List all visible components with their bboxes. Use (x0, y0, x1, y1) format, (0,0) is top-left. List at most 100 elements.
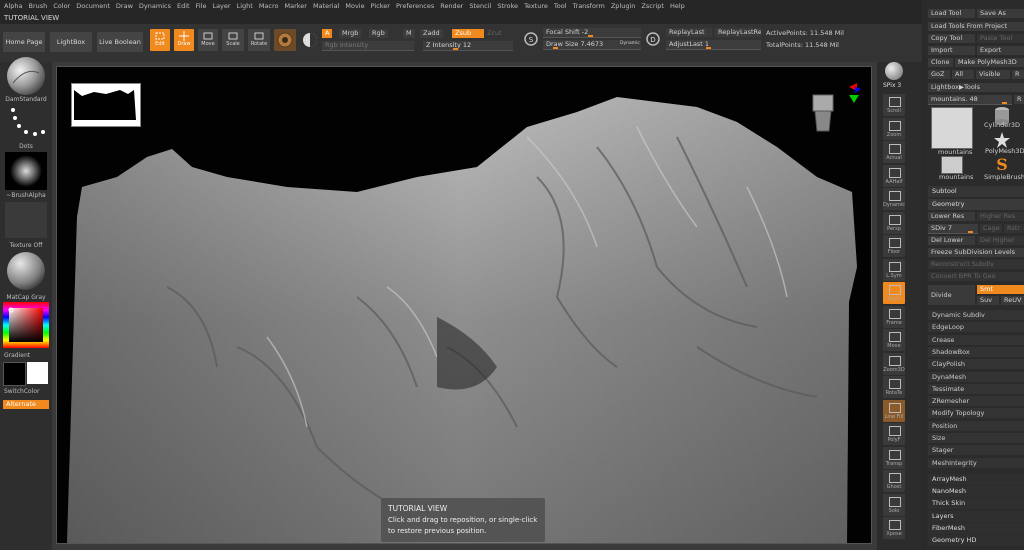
replay-last-button[interactable]: ReplayLast (666, 28, 712, 37)
rstr-button[interactable]: Rstr (1004, 224, 1024, 233)
section-size[interactable]: Size (928, 432, 1024, 443)
suv-toggle[interactable]: Suv (977, 296, 999, 305)
menu-item[interactable]: Color (50, 0, 73, 12)
del-lower-button[interactable]: Del Lower (928, 236, 975, 245)
bpr-sphere-icon[interactable] (885, 62, 903, 80)
canvas-viewport[interactable] (56, 66, 872, 544)
menu-item[interactable]: Marker (281, 0, 309, 12)
save-as-button[interactable]: Save As (977, 9, 1024, 18)
tool-thumb-mountains-3[interactable] (941, 156, 963, 174)
section-modify-topology[interactable]: Modify Topology (928, 407, 1024, 419)
menu-item[interactable]: Render (437, 0, 466, 12)
material-swatch-button[interactable] (274, 29, 296, 51)
goz-button[interactable]: GoZ (928, 70, 950, 79)
subsection-thick-skin[interactable]: Thick Skin (928, 498, 1024, 510)
menu-item[interactable]: File (193, 0, 210, 12)
axis-gizmo-icon[interactable] (805, 81, 861, 141)
section-tessimate[interactable]: Tessimate (928, 382, 1024, 394)
reuv-toggle[interactable]: ReUV (1001, 296, 1024, 305)
menu-item[interactable]: Transform (570, 0, 608, 12)
zsub-toggle[interactable]: Zsub (452, 29, 484, 38)
live-boolean-button[interactable]: Live Boolean (97, 32, 143, 52)
menu-item[interactable]: Light (234, 0, 256, 12)
alternate-button[interactable]: Alternate (3, 400, 49, 409)
section-edgeloop[interactable]: EdgeLoop (928, 321, 1024, 333)
reconstruct-subdiv-button[interactable]: Reconstruct Subdiv (928, 260, 1024, 269)
menu-item[interactable]: Brush (25, 0, 50, 12)
convert-bpr-button[interactable]: Convert BPR To Geo (928, 272, 1024, 281)
scale-mode-button[interactable]: Scale (222, 29, 244, 51)
dynamic-label[interactable]: Dynamic (620, 41, 640, 46)
paste-tool-button[interactable]: Paste Tool (977, 34, 1024, 43)
draw-mode-button[interactable]: Draw (174, 29, 194, 51)
subsection-nanomesh[interactable]: NanoMesh (928, 486, 1024, 498)
brush-thumbnail[interactable] (5, 55, 47, 99)
tool-slider[interactable]: mountains. 48 (928, 95, 1012, 105)
menu-item[interactable]: Zscript (638, 0, 667, 12)
menu-item[interactable]: Stencil (466, 0, 494, 12)
menu-item[interactable]: Draw (113, 0, 136, 12)
goz-visible-button[interactable]: Visible (976, 70, 1010, 79)
texture-thumbnail[interactable] (5, 202, 47, 238)
switch-color-label[interactable]: SwitchColor (4, 388, 56, 395)
menu-item[interactable]: Picker (368, 0, 393, 12)
alpha-thumbnail[interactable] (5, 152, 47, 190)
section-dynamic-subdiv[interactable]: Dynamic Subdiv (928, 309, 1024, 320)
smt-toggle[interactable]: Smt (977, 285, 1024, 294)
menu-item[interactable]: Texture (521, 0, 551, 12)
menu-item[interactable]: Macro (256, 0, 282, 12)
sdiv-slider[interactable]: SDiv 7 (928, 224, 978, 234)
section-crease[interactable]: Crease (928, 333, 1024, 345)
import-button[interactable]: Import (928, 46, 975, 55)
menu-item[interactable]: Alpha (0, 0, 25, 12)
higher-res-button[interactable]: Higher Res (977, 212, 1024, 221)
adjust-last-slider[interactable]: AdjustLast 1 (666, 40, 761, 50)
zcut-toggle[interactable]: Zcut (484, 29, 505, 38)
freeze-subdivision-button[interactable]: Freeze SubDivision Levels (928, 248, 1024, 257)
geometry-header[interactable]: Geometry (928, 199, 1024, 210)
section-zremesher[interactable]: ZRemesher (928, 395, 1024, 407)
lightbox-button[interactable]: LightBox (50, 32, 92, 52)
home-page-button[interactable]: Home Page (3, 32, 45, 52)
menu-item[interactable]: Zplugin (608, 0, 639, 12)
section-dynamesh[interactable]: DynaMesh (928, 370, 1024, 382)
a-toggle[interactable]: A (322, 29, 333, 38)
stroke-thumbnail[interactable] (5, 104, 47, 142)
menu-item[interactable]: Help (667, 0, 688, 12)
focal-shift-slider[interactable]: Focal Shift -2 (543, 28, 641, 38)
focal-shift-icon[interactable]: S (523, 31, 539, 47)
del-higher-button[interactable]: Del Higher (977, 236, 1024, 245)
m-toggle[interactable]: M (403, 29, 415, 38)
menu-item[interactable]: Document (73, 0, 113, 12)
export-button[interactable]: Export (977, 46, 1024, 55)
section-stager[interactable]: Stager (928, 444, 1024, 456)
menu-item[interactable]: Edit (174, 0, 193, 12)
z-intensity-slider[interactable]: Z Intensity 12 (423, 41, 513, 51)
rgb-intensity-slider[interactable]: Rgb Intensity (322, 41, 414, 51)
make-polymesh-button[interactable]: Make PolyMesh3D (955, 58, 1024, 67)
section-position[interactable]: Position (928, 419, 1024, 431)
menu-item[interactable]: Layer (209, 0, 233, 12)
lightbox-tools-button[interactable]: Lightbox▶Tools (928, 83, 1024, 92)
load-tool-button[interactable]: Load Tool (928, 9, 975, 18)
goz-all-button[interactable]: All (952, 70, 974, 79)
edit-mode-button[interactable]: Edit (150, 29, 170, 51)
subsection-arraymesh[interactable]: ArrayMesh (928, 474, 1024, 485)
color-picker-button[interactable] (300, 29, 320, 51)
goz-r-button[interactable]: R (1012, 70, 1024, 79)
color-picker[interactable] (3, 302, 49, 348)
load-tools-project-button[interactable]: Load Tools From Project (928, 22, 1024, 31)
tool-thumb-mountains-1[interactable] (931, 107, 973, 149)
menu-item[interactable]: Material (310, 0, 342, 12)
menu-item[interactable]: Preferences (393, 0, 437, 12)
cage-button[interactable]: Cage (980, 224, 1002, 233)
copy-tool-button[interactable]: Copy Tool (928, 34, 975, 43)
subsection-geometry-hd[interactable]: Geometry HD (928, 535, 1024, 546)
menu-item[interactable]: Stroke (494, 0, 521, 12)
secondary-color-swatch[interactable] (27, 362, 48, 384)
move-mode-button[interactable]: Move (198, 29, 218, 51)
spix-slider[interactable]: SPix 3 (883, 82, 901, 89)
subtool-header[interactable]: Subtool (928, 186, 1024, 197)
rotate-mode-button[interactable]: Rotate (248, 29, 270, 51)
menu-item[interactable]: Movie (342, 0, 367, 12)
